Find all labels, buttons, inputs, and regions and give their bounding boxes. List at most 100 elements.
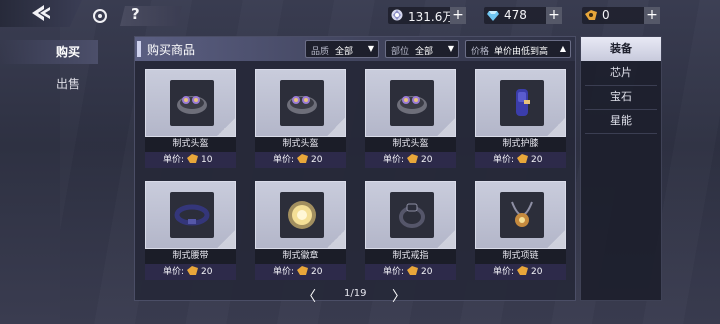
item-thumbnail — [365, 69, 456, 137]
item-name: 制式头盔 — [365, 137, 456, 152]
quality-filter-label: 品质 — [311, 47, 330, 57]
prev-page-button[interactable]: 〈 — [302, 286, 316, 306]
badge-icon — [288, 201, 316, 229]
add-ticket-button[interactable]: + — [644, 7, 660, 24]
price-label: 单价: — [273, 267, 295, 277]
item-card[interactable]: 制式项链 单价: 20 — [475, 181, 566, 280]
price-value: 20 — [421, 155, 433, 165]
panel-title: 购买商品 — [147, 43, 196, 57]
gold-ticket-icon — [585, 10, 597, 20]
item-thumbnail — [145, 181, 236, 249]
belt-icon — [174, 204, 210, 226]
ring-icon — [399, 203, 425, 228]
resource-crystal: 131.6万 + — [388, 7, 466, 24]
item-thumbnail — [255, 69, 346, 137]
ticket-amount: 0 — [602, 8, 610, 22]
price-value: 20 — [311, 155, 323, 165]
item-thumbnail — [475, 181, 566, 249]
category-star-energy[interactable]: 星能 — [581, 109, 661, 133]
price-sort-filter[interactable]: 价格 单价由低到高 ▲ — [465, 40, 571, 58]
gold-ticket-icon — [517, 154, 529, 163]
item-name: 制式徽章 — [255, 249, 346, 264]
next-page-button[interactable]: 〉 — [392, 286, 406, 306]
category-equipment[interactable]: 装备 — [581, 37, 661, 61]
item-price: 单价: 20 — [255, 152, 346, 168]
item-thumbnail — [255, 181, 346, 249]
help-button[interactable] — [120, 6, 182, 26]
item-name: 制式头盔 — [255, 137, 346, 152]
price-label: 单价: — [383, 267, 405, 277]
gold-ticket-icon — [297, 266, 309, 275]
item-thumbnail — [475, 69, 566, 137]
price-label: 单价: — [163, 155, 185, 165]
back-button[interactable] — [0, 0, 82, 27]
category-gem[interactable]: 宝石 — [581, 85, 661, 109]
chevron-down-icon: ▼ — [447, 44, 454, 53]
kneepad-icon — [516, 89, 530, 116]
item-price: 单价: 20 — [145, 264, 236, 280]
nav-buy[interactable]: 购买 — [0, 40, 98, 64]
price-value: 20 — [531, 267, 543, 277]
question-icon[interactable]: ? — [131, 5, 140, 23]
helmet-icon — [397, 96, 427, 114]
crystal-amount: 131.6万 — [408, 10, 455, 24]
quality-filter[interactable]: 品质 全部 ▼ — [305, 40, 379, 58]
item-price: 单价: 20 — [255, 264, 346, 280]
item-card[interactable]: 制式头盔 单价: 20 — [365, 69, 456, 168]
item-name: 制式护膝 — [475, 137, 566, 152]
price-label: 单价: — [273, 155, 295, 165]
chevron-down-icon: ▼ — [367, 44, 374, 53]
price-value: 20 — [201, 267, 213, 277]
item-name: 制式头盔 — [145, 137, 236, 152]
quality-filter-value: 全部 — [335, 47, 354, 57]
item-name: 制式项链 — [475, 249, 566, 264]
divider — [585, 133, 657, 134]
gold-ticket-icon — [187, 154, 199, 163]
price-label: 单价: — [493, 267, 515, 277]
item-card[interactable]: 制式戒指 单价: 20 — [365, 181, 456, 280]
item-card[interactable]: 制式头盔 单价: 20 — [255, 69, 346, 168]
helmet-icon — [177, 96, 207, 114]
item-price: 单价: 10 — [145, 152, 236, 168]
item-name: 制式戒指 — [365, 249, 456, 264]
back-arrow-icon — [32, 5, 50, 21]
slot-filter[interactable]: 部位 全部 ▼ — [385, 40, 459, 58]
chevron-up-icon: ▲ — [559, 44, 566, 53]
resource-diamond: 478 + — [484, 7, 562, 24]
price-value: 20 — [531, 155, 543, 165]
price-value: 10 — [201, 155, 213, 165]
price-label: 单价: — [383, 155, 405, 165]
item-name: 制式腰带 — [145, 249, 236, 264]
item-price: 单价: 20 — [475, 264, 566, 280]
crystal-gem-icon — [391, 9, 403, 21]
top-bar: ? 131.6万 + 478 + 0 + — [0, 0, 720, 30]
helmet-icon — [287, 96, 317, 114]
item-thumbnail — [145, 69, 236, 137]
add-diamond-button[interactable]: + — [546, 7, 562, 24]
price-sort-label: 价格 — [471, 47, 490, 57]
gold-ticket-icon — [517, 266, 529, 275]
price-sort-value: 单价由低到高 — [494, 47, 549, 57]
item-card[interactable]: 制式徽章 单价: 20 — [255, 181, 346, 280]
gold-ticket-icon — [297, 154, 309, 163]
item-card[interactable]: 制式腰带 单价: 20 — [145, 181, 236, 280]
pagination: 〈 1/19 〉 — [300, 286, 410, 306]
category-chip[interactable]: 芯片 — [581, 61, 661, 85]
item-price: 单价: 20 — [475, 152, 566, 168]
page-indicator: 1/19 — [344, 288, 367, 299]
add-crystal-button[interactable]: + — [450, 7, 466, 24]
nav-sell[interactable]: 出售 — [0, 72, 98, 96]
gold-ticket-icon — [407, 266, 419, 275]
gold-ticket-icon — [407, 154, 419, 163]
item-card[interactable]: 制式护膝 单价: 20 — [475, 69, 566, 168]
item-thumbnail — [365, 181, 456, 249]
blue-diamond-icon — [487, 11, 499, 21]
necklace-icon — [511, 201, 533, 227]
category-list: 装备 芯片 宝石 星能 — [580, 36, 662, 301]
item-card[interactable]: 制式头盔 单价: 10 — [145, 69, 236, 168]
record-icon[interactable] — [93, 9, 107, 23]
price-label: 单价: — [493, 155, 515, 165]
price-label: 单价: — [163, 267, 185, 277]
resource-ticket: 0 + — [582, 7, 660, 24]
price-value: 20 — [311, 267, 323, 277]
